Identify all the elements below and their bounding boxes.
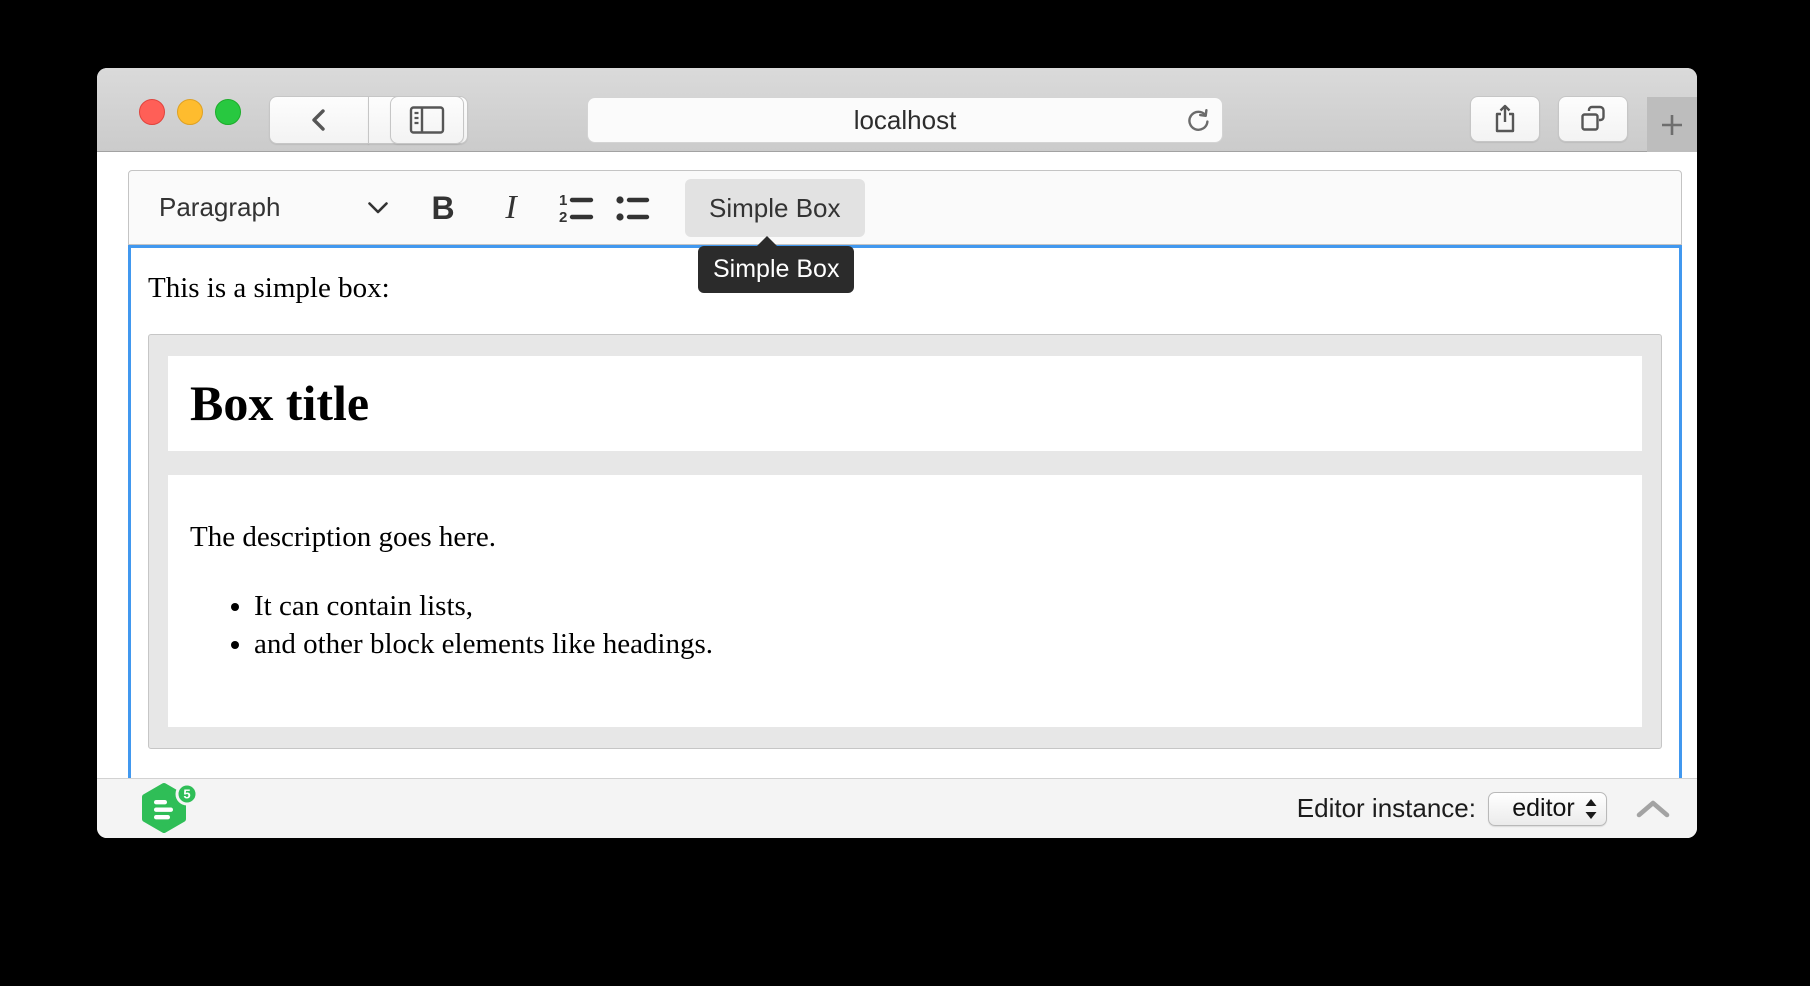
- inspector-badge: 5: [183, 786, 190, 801]
- italic-button[interactable]: I: [487, 180, 535, 236]
- list-item: It can contain lists,: [254, 587, 1620, 625]
- bold-button[interactable]: B: [419, 180, 467, 236]
- browser-window: localhost: [97, 68, 1697, 838]
- simple-box-button-label: Simple Box: [709, 193, 841, 224]
- editor-instance-select[interactable]: editor: [1488, 792, 1607, 826]
- browser-toolbar: localhost: [97, 68, 1697, 152]
- zoom-button[interactable]: [215, 99, 241, 125]
- tooltip-text: Simple Box: [713, 255, 839, 283]
- editor-content-area[interactable]: This is a simple box: Box title The desc…: [128, 245, 1682, 778]
- close-button[interactable]: [139, 99, 165, 125]
- ckeditor-inspector-button[interactable]: 5: [139, 782, 201, 834]
- new-tab-button[interactable]: [1647, 97, 1697, 152]
- simple-box-button[interactable]: Simple Box: [685, 179, 865, 237]
- description-paragraph: The description goes here.: [190, 517, 1620, 557]
- back-button[interactable]: [269, 96, 369, 144]
- intro-paragraph: This is a simple box:: [148, 272, 1662, 305]
- box-description[interactable]: The description goes here. It can contai…: [168, 475, 1642, 727]
- reload-icon[interactable]: [1184, 107, 1212, 135]
- editor-instance-label: Editor instance:: [1297, 793, 1476, 824]
- plus-icon: [1658, 111, 1686, 139]
- simple-box-widget[interactable]: Box title The description goes here. It …: [148, 334, 1662, 749]
- list-item: and other block elements like headings.: [254, 625, 1620, 663]
- sidebar-toggle-button[interactable]: [390, 96, 464, 144]
- tabs-overview-icon: [1577, 103, 1609, 135]
- box-title[interactable]: Box title: [168, 356, 1642, 451]
- svg-text:1: 1: [559, 192, 567, 209]
- collapse-inspector-button[interactable]: [1633, 796, 1673, 822]
- bulleted-list-button[interactable]: [607, 180, 655, 236]
- editor-toolbar: Paragraph B I 1 2: [128, 170, 1682, 245]
- heading-dropdown-value: Paragraph: [159, 192, 280, 223]
- show-all-tabs-button[interactable]: [1558, 96, 1628, 142]
- chevron-down-icon: [367, 201, 389, 215]
- web-page: Paragraph B I 1 2: [97, 152, 1697, 778]
- bold-icon: B: [431, 190, 454, 227]
- numbered-list-icon: 1 2: [556, 189, 594, 227]
- editor-instance-value: editor: [1503, 794, 1584, 823]
- chevron-left-icon: [306, 105, 332, 135]
- sidebar-icon: [409, 105, 445, 135]
- heading-dropdown[interactable]: Paragraph: [147, 179, 409, 236]
- inspector-footer: 5 Editor instance: editor: [97, 778, 1697, 838]
- address-bar[interactable]: localhost: [587, 97, 1223, 143]
- select-arrows-icon: [1584, 797, 1598, 821]
- svg-text:2: 2: [559, 209, 567, 226]
- share-button[interactable]: [1470, 96, 1540, 142]
- description-list: It can contain lists, and other block el…: [190, 587, 1620, 663]
- simple-box-tooltip: Simple Box: [698, 246, 854, 293]
- ckeditor-logo-icon: 5: [139, 782, 201, 834]
- url-text: localhost: [854, 105, 957, 136]
- numbered-list-button[interactable]: 1 2: [551, 180, 599, 236]
- bulleted-list-icon: [612, 189, 650, 227]
- share-icon: [1490, 103, 1520, 135]
- italic-icon: I: [505, 189, 516, 227]
- chevron-up-icon: [1634, 798, 1672, 820]
- minimize-button[interactable]: [177, 99, 203, 125]
